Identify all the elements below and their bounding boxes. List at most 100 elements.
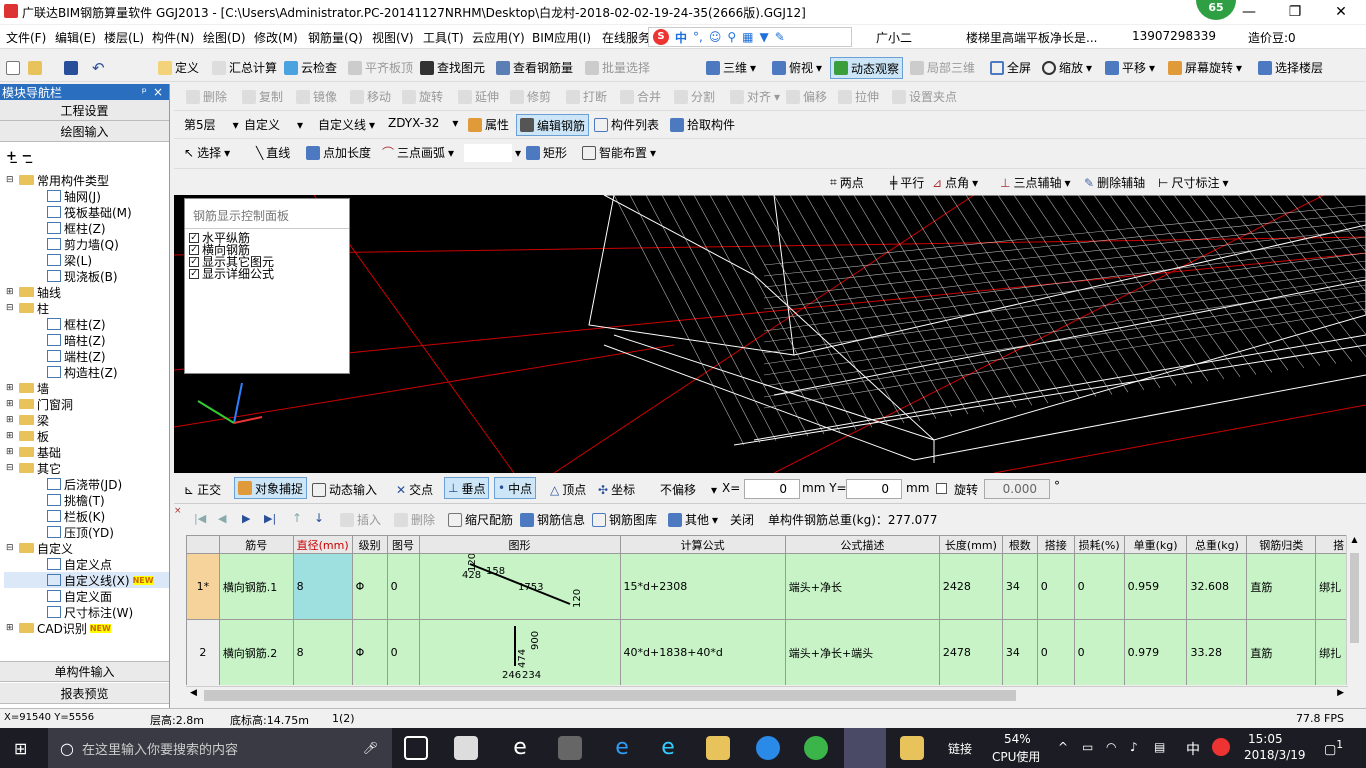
- fullscreen-button[interactable]: 全屏: [990, 59, 1031, 76]
- table-cell[interactable]: Φ: [351, 553, 388, 620]
- three-point-axis-button[interactable]: ⊥ 三点辅轴 ▾: [1000, 174, 1071, 191]
- menu-bim[interactable]: BIM应用(I): [532, 29, 591, 46]
- taskbar-search[interactable]: ○ 在这里输入你要搜索的内容 🎤︎: [48, 728, 392, 768]
- expand-toggle-icon[interactable]: ⊞: [6, 399, 16, 409]
- table-cell[interactable]: 34: [1001, 619, 1038, 685]
- mirror-button[interactable]: 镜像: [296, 88, 337, 105]
- tree-item[interactable]: 现浇板(B): [4, 268, 169, 284]
- copy-button[interactable]: 复制: [242, 88, 283, 105]
- single-component-button[interactable]: 单构件输入: [0, 661, 169, 682]
- table-cell[interactable]: 直筋: [1246, 553, 1317, 620]
- tree-item[interactable]: 自定义线(X) NEW: [4, 572, 169, 588]
- menu-edit[interactable]: 编辑(E): [55, 29, 96, 46]
- save-icon[interactable]: [64, 61, 78, 75]
- table-cell[interactable]: 横向钢筋.1: [218, 553, 294, 620]
- tree-item[interactable]: 暗柱(Z): [4, 332, 169, 348]
- insert-row-button[interactable]: 插入: [340, 511, 381, 528]
- rebar-library-button[interactable]: 钢筋图库: [592, 511, 657, 528]
- project-settings-button[interactable]: 工程设置: [0, 100, 169, 121]
- table-cell[interactable]: 0: [386, 619, 420, 685]
- close-grid-button[interactable]: 关闭: [730, 511, 754, 528]
- table-cell[interactable]: 0: [1036, 553, 1075, 620]
- checkbox-icon[interactable]: ✓: [189, 257, 199, 267]
- parallel-button[interactable]: ╪ 平行: [890, 174, 924, 191]
- table-cell[interactable]: 34: [1001, 553, 1038, 620]
- first-record-icon[interactable]: |◀: [194, 512, 206, 525]
- edge-new-icon[interactable]: e: [610, 736, 634, 760]
- open-folder-icon[interactable]: [28, 61, 42, 75]
- tree-item[interactable]: 筏板基础(M): [4, 204, 169, 220]
- dimension-button[interactable]: ⊢ 尺寸标注 ▾: [1158, 174, 1229, 191]
- move-up-icon[interactable]: ↑: [292, 511, 302, 525]
- ortho-toggle[interactable]: ⊾ 正交: [184, 481, 221, 498]
- column-header[interactable]: 搭接: [1036, 535, 1075, 554]
- point-length-button[interactable]: 点加长度: [306, 144, 371, 161]
- code-select[interactable]: ZDYX-32 ▾: [388, 116, 458, 130]
- tree-item[interactable]: 后浇带(JD): [4, 476, 169, 492]
- cloud-check-button[interactable]: 云检查: [284, 59, 337, 76]
- extend-button[interactable]: 延伸: [458, 88, 499, 105]
- undo-icon[interactable]: ↶: [92, 59, 105, 77]
- edit-rebar-button[interactable]: 编辑钢筋: [516, 114, 590, 136]
- ime-toolbar[interactable]: S 中 °, ☺ ⚲ ▦ ▼ ✎: [648, 27, 852, 47]
- column-header[interactable]: 长度(mm): [938, 535, 1003, 554]
- task-view-icon[interactable]: [404, 736, 428, 760]
- point-angle-button[interactable]: ⊿ 点角 ▾: [932, 174, 978, 191]
- column-header[interactable]: [186, 535, 220, 554]
- delete-axis-button[interactable]: ✎ 删除辅轴: [1084, 174, 1145, 191]
- grid-close-icon[interactable]: ×: [174, 506, 184, 516]
- component-list-button[interactable]: 构件列表: [594, 116, 659, 133]
- clock-date[interactable]: 2018/3/19: [1244, 748, 1306, 762]
- table-cell[interactable]: 8: [292, 553, 353, 620]
- offset-button[interactable]: 偏移: [786, 88, 827, 105]
- dynamic-input-toggle[interactable]: 动态输入: [312, 481, 377, 498]
- checkbox-icon[interactable]: ✓: [189, 269, 199, 279]
- table-row[interactable]: 2 横向钢筋.2 8 Φ 0 900 474 246 234 40*d+1838+40*d 端头+净…: [186, 619, 1362, 685]
- tree-item[interactable]: ⊟ 常用构件类型: [4, 172, 169, 188]
- prev-record-icon[interactable]: ◀: [218, 512, 226, 525]
- select-button[interactable]: ↖ 选择 ▾: [184, 144, 230, 161]
- column-header[interactable]: 损耗(%): [1073, 535, 1125, 554]
- drawing-input-button[interactable]: 绘图输入: [0, 121, 169, 142]
- delete-button[interactable]: 删除: [186, 88, 227, 105]
- menu-cloud[interactable]: 云应用(Y): [472, 29, 525, 46]
- rotate-input[interactable]: 0.000: [984, 479, 1050, 499]
- edge-browser-icon[interactable]: e: [508, 736, 532, 760]
- expand-toggle-icon[interactable]: ⊞: [6, 415, 16, 425]
- table-cell[interactable]: 2428: [938, 553, 1003, 620]
- table-cell[interactable]: 0: [386, 553, 420, 620]
- column-header[interactable]: 级别: [351, 535, 388, 554]
- subtype-select[interactable]: 自定义线 ▾: [318, 116, 375, 133]
- windows-start-icon[interactable]: ⊞: [14, 739, 27, 758]
- tree-item[interactable]: ⊞ 梁: [4, 412, 169, 428]
- delete-row-button[interactable]: 删除: [394, 511, 435, 528]
- perpendicular-toggle[interactable]: ⊥ 垂点: [444, 477, 490, 499]
- midpoint-toggle[interactable]: • 中点: [494, 477, 537, 499]
- column-header[interactable]: 直径(mm): [292, 535, 353, 554]
- table-cell[interactable]: 33.28: [1186, 619, 1248, 685]
- pin-icon[interactable]: ᵖ: [142, 85, 147, 99]
- ggj-app-icon[interactable]: [844, 728, 886, 768]
- orbit-button[interactable]: 动态观察: [830, 57, 904, 79]
- fan-app-icon[interactable]: [454, 736, 478, 760]
- expand-toggle-icon[interactable]: ⊞: [6, 447, 16, 457]
- tree-item[interactable]: 栏板(K): [4, 508, 169, 524]
- table-cell[interactable]: 900 474 246 234: [418, 619, 621, 685]
- table-cell[interactable]: 15*d+2308: [619, 553, 786, 620]
- table-cell[interactable]: 2: [186, 619, 220, 685]
- coordinate-toggle[interactable]: ✣ 坐标: [598, 481, 635, 498]
- minimize-button[interactable]: —: [1226, 0, 1272, 24]
- table-cell[interactable]: Φ: [351, 619, 388, 685]
- menu-modify[interactable]: 修改(M): [254, 29, 298, 46]
- table-row[interactable]: 1* 横向钢筋.1 8 Φ 0 120 428 158 1753 120 15*d+2308 端头+净…: [186, 553, 1362, 620]
- 3d-view-button[interactable]: 三维 ▾: [706, 59, 756, 76]
- taskbar-link[interactable]: 链接: [948, 740, 972, 757]
- ime-lang[interactable]: 中: [675, 29, 687, 46]
- align-slab-button[interactable]: 平齐板顶: [348, 59, 413, 76]
- expand-toggle-icon[interactable]: ⊞: [6, 383, 16, 393]
- table-cell[interactable]: 8: [292, 619, 353, 685]
- arc-option-select[interactable]: ▾: [464, 144, 521, 162]
- restore-button[interactable]: ❐: [1272, 0, 1318, 24]
- close-button[interactable]: ✕: [1318, 0, 1364, 24]
- calc-button[interactable]: 汇总计算: [212, 59, 277, 76]
